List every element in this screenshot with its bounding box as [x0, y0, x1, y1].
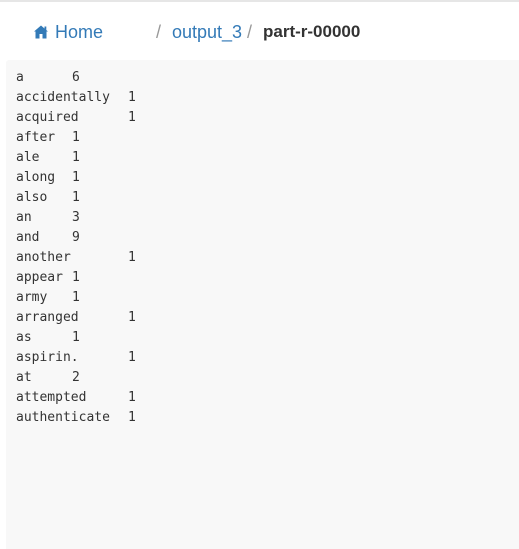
breadcrumb-separator: / — [247, 22, 253, 42]
line-count: 6 — [72, 70, 80, 85]
line-word: a — [16, 70, 24, 85]
file-line: an 3 — [16, 208, 519, 228]
file-line: a6 — [16, 68, 519, 88]
line-word: acquired — [16, 110, 79, 125]
line-count: 1 — [128, 410, 136, 425]
file-line: and 9 — [16, 228, 519, 248]
line-count: 1 — [128, 90, 136, 105]
top-divider — [0, 0, 519, 2]
breadcrumb: Home / output_3 / part-r-00000 — [0, 18, 519, 48]
line-count: 1 — [72, 330, 80, 345]
breadcrumb-home-link[interactable]: Home — [33, 22, 103, 42]
file-line: acquired 1 — [16, 108, 519, 128]
file-line: another 1 — [16, 248, 519, 268]
line-count: 2 — [72, 370, 80, 385]
file-line: arranged 1 — [16, 308, 519, 328]
line-count: 1 — [72, 290, 80, 305]
line-word: as — [16, 330, 32, 345]
line-word: ale — [16, 150, 40, 165]
line-count: 1 — [72, 170, 80, 185]
line-word: along — [16, 170, 56, 185]
line-count: 1 — [128, 250, 136, 265]
line-count: 1 — [128, 390, 136, 405]
line-word: attempted — [16, 390, 87, 405]
file-line: also 1 — [16, 188, 519, 208]
line-count: 1 — [72, 150, 80, 165]
line-count: 1 — [72, 130, 80, 145]
breadcrumb-separator: / — [156, 22, 162, 42]
file-line: appear 1 — [16, 268, 519, 288]
file-line: along 1 — [16, 168, 519, 188]
line-word: accidentally — [16, 90, 110, 105]
line-count: 9 — [72, 230, 80, 245]
line-count: 3 — [72, 210, 80, 225]
line-count: 1 — [128, 110, 136, 125]
line-count: 1 — [72, 190, 80, 205]
file-line: authenticate 1 — [16, 408, 519, 428]
line-count: 1 — [72, 270, 80, 285]
line-count: 1 — [128, 350, 136, 365]
file-line: accidentally 1 — [16, 88, 519, 108]
home-icon — [34, 25, 48, 39]
file-line: after 1 — [16, 128, 519, 148]
file-line: ale 1 — [16, 148, 519, 168]
line-word: authenticate — [16, 410, 110, 425]
line-word: arranged — [16, 310, 79, 325]
line-word: aspirin. — [16, 350, 79, 365]
line-word: and — [16, 230, 40, 245]
breadcrumb-folder-link[interactable]: output_3 — [172, 22, 242, 42]
line-word: also — [16, 190, 48, 205]
file-content-panel[interactable]: a 6 accidentally 1 acquired 1 after 1 ale 1 along 1… — [6, 60, 519, 549]
file-line: as 1 — [16, 328, 519, 348]
file-line: army 1 — [16, 288, 519, 308]
line-word: after — [16, 130, 56, 145]
breadcrumb-home-label: Home — [55, 22, 104, 42]
line-word: appear — [16, 270, 63, 285]
line-word: at — [16, 370, 32, 385]
file-line: attempted 1 — [16, 388, 519, 408]
file-line: aspirin. 1 — [16, 348, 519, 368]
file-line: at 2 — [16, 368, 519, 388]
line-word: an — [16, 210, 32, 225]
breadcrumb-current-file: part-r-00000 — [263, 22, 361, 41]
file-content-lines: a 6 accidentally 1 acquired 1 after 1 ale 1 along 1… — [6, 60, 519, 428]
line-word: army — [16, 290, 48, 305]
line-word: another — [16, 250, 71, 265]
line-count: 1 — [128, 310, 136, 325]
